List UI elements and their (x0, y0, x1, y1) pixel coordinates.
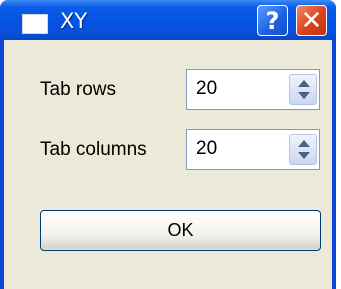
decrement-arrow-icon[interactable] (298, 92, 310, 99)
ok-button[interactable]: OK (40, 210, 321, 251)
increment-arrow-icon[interactable] (298, 140, 310, 147)
dialog-body: Tab rows 20 Tab columns 20 OK (4, 40, 332, 289)
tab-columns-spinbox[interactable]: 20 (186, 129, 320, 170)
tab-columns-label: Tab columns (40, 139, 147, 160)
help-button[interactable]: ? (257, 5, 288, 36)
window-icon (22, 14, 48, 34)
tab-rows-stepper[interactable] (289, 74, 317, 105)
dialog-window: XY ? ✕ Tab rows 20 Tab columns 20 OK (0, 0, 336, 289)
increment-arrow-icon[interactable] (298, 80, 310, 87)
tab-rows-spinbox[interactable]: 20 (186, 69, 320, 110)
tab-columns-value[interactable]: 20 (196, 138, 217, 160)
tab-columns-stepper[interactable] (289, 134, 317, 165)
tab-rows-value[interactable]: 20 (196, 78, 217, 100)
window-title: XY (60, 9, 88, 33)
tab-rows-label: Tab rows (40, 79, 117, 100)
decrement-arrow-icon[interactable] (298, 152, 310, 159)
close-button[interactable]: ✕ (296, 5, 327, 36)
title-bar[interactable]: XY ? ✕ (0, 0, 336, 40)
